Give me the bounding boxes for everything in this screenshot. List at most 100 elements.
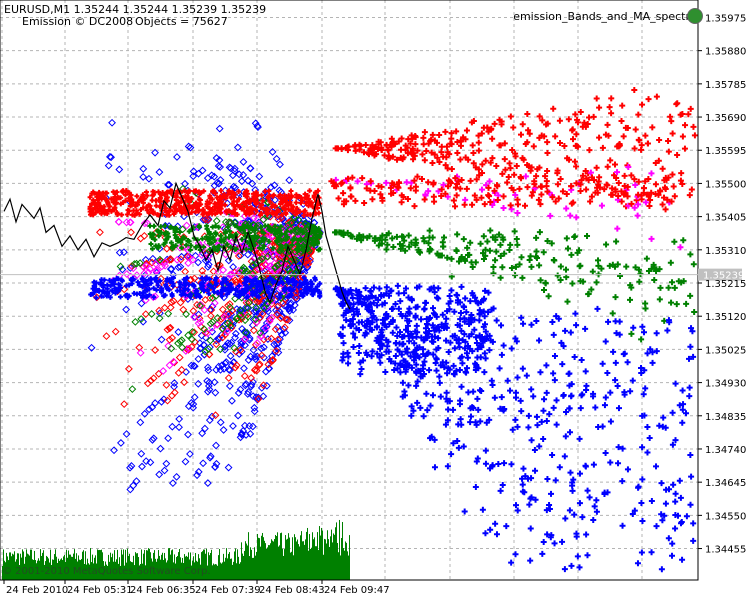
volume-bar [235,548,236,580]
emission-point [644,424,651,431]
emission-point [543,183,550,190]
emission-point [568,393,575,400]
emission-point [467,419,474,426]
band-point [151,346,160,354]
volume-bar [301,531,302,580]
volume-bar [323,554,324,580]
emission-point [556,464,563,471]
emission-point [665,138,672,145]
emission-point [538,191,545,198]
volume-bar [330,536,331,580]
emission-point [560,391,567,398]
emission-point [669,552,676,559]
emission-point [519,365,526,372]
volume-bar [212,565,213,580]
emission-point [520,465,527,472]
emission-point [497,274,504,281]
volume-bar [308,550,309,580]
emission-point [526,501,533,508]
indicator-status-icon[interactable] [687,8,703,24]
emission-point [443,389,450,396]
emission-point [356,343,363,350]
emission-point [591,503,598,510]
emission-point [506,160,513,167]
emission-point [453,247,460,254]
emission-point [593,279,600,286]
volume-bar [216,564,217,580]
volume-bar [239,563,240,580]
band-point [182,368,190,376]
band-point [160,303,169,312]
volume-bar [211,549,212,580]
emission-point [417,404,424,411]
volume-bar [320,535,321,580]
emission-point [436,132,443,139]
emission-point [559,538,566,545]
volume-bar [304,544,305,580]
emission-point [424,407,431,414]
emission-point [605,318,612,325]
emission-point [524,184,531,191]
emission-point [218,188,224,194]
emission-point [566,507,573,514]
volume-bar [318,550,319,580]
emission-point [528,192,535,199]
emission-point [635,136,642,143]
band-point [174,328,183,336]
emission-point [618,118,625,125]
emission-point [511,228,518,235]
volume-bar [228,553,229,580]
emission-point [507,387,514,394]
emission-point [420,141,427,148]
emission-point [479,506,486,513]
emission-point [421,129,428,136]
emission-point [620,351,627,358]
volume-bar [238,556,239,580]
indicator-name[interactable]: emission_Bands_and_MA_spectr [513,10,690,23]
emission-point [467,413,474,420]
emission-point [550,257,557,264]
emission-point [429,234,436,241]
band-point [168,479,177,488]
emission-point [460,236,467,243]
emission-point [573,214,580,221]
band-point [229,422,237,430]
emission-point [653,330,660,337]
emission-point [536,229,543,236]
emission-point [427,402,434,409]
volume-bar [311,547,312,580]
emission-point [419,151,426,158]
emission-point [517,397,524,404]
emission-point [438,143,445,150]
emission-point [671,193,678,200]
emission-point [639,101,646,108]
volume-bar [317,532,318,580]
emission-point [418,316,425,323]
emission-point [639,518,646,525]
band-point [120,400,129,409]
emission-point [631,86,638,93]
emission-point [398,199,405,206]
price-chart[interactable]: 1.352391.359751.358801.357851.356901.355… [0,0,750,600]
emission-point [630,324,637,331]
volume-bar [252,557,253,580]
volume-bar [322,530,323,580]
emission-point [658,480,665,487]
emission-point [394,282,401,289]
emission-point [405,232,412,239]
emission-point [403,179,410,186]
emission-point [674,100,681,107]
emission-point [601,402,608,409]
price-tick-label: 1.35880 [705,47,746,58]
emission-point [562,266,569,273]
volume-bar [265,543,266,580]
emission-point [492,520,499,527]
emission-point [480,233,487,240]
volume-bar [339,519,340,580]
emission-point [542,280,549,287]
emission-point [635,483,642,490]
volume-bar [223,553,224,580]
emission-point [514,241,521,248]
volume-bar [282,548,283,580]
emission-point [340,190,347,197]
